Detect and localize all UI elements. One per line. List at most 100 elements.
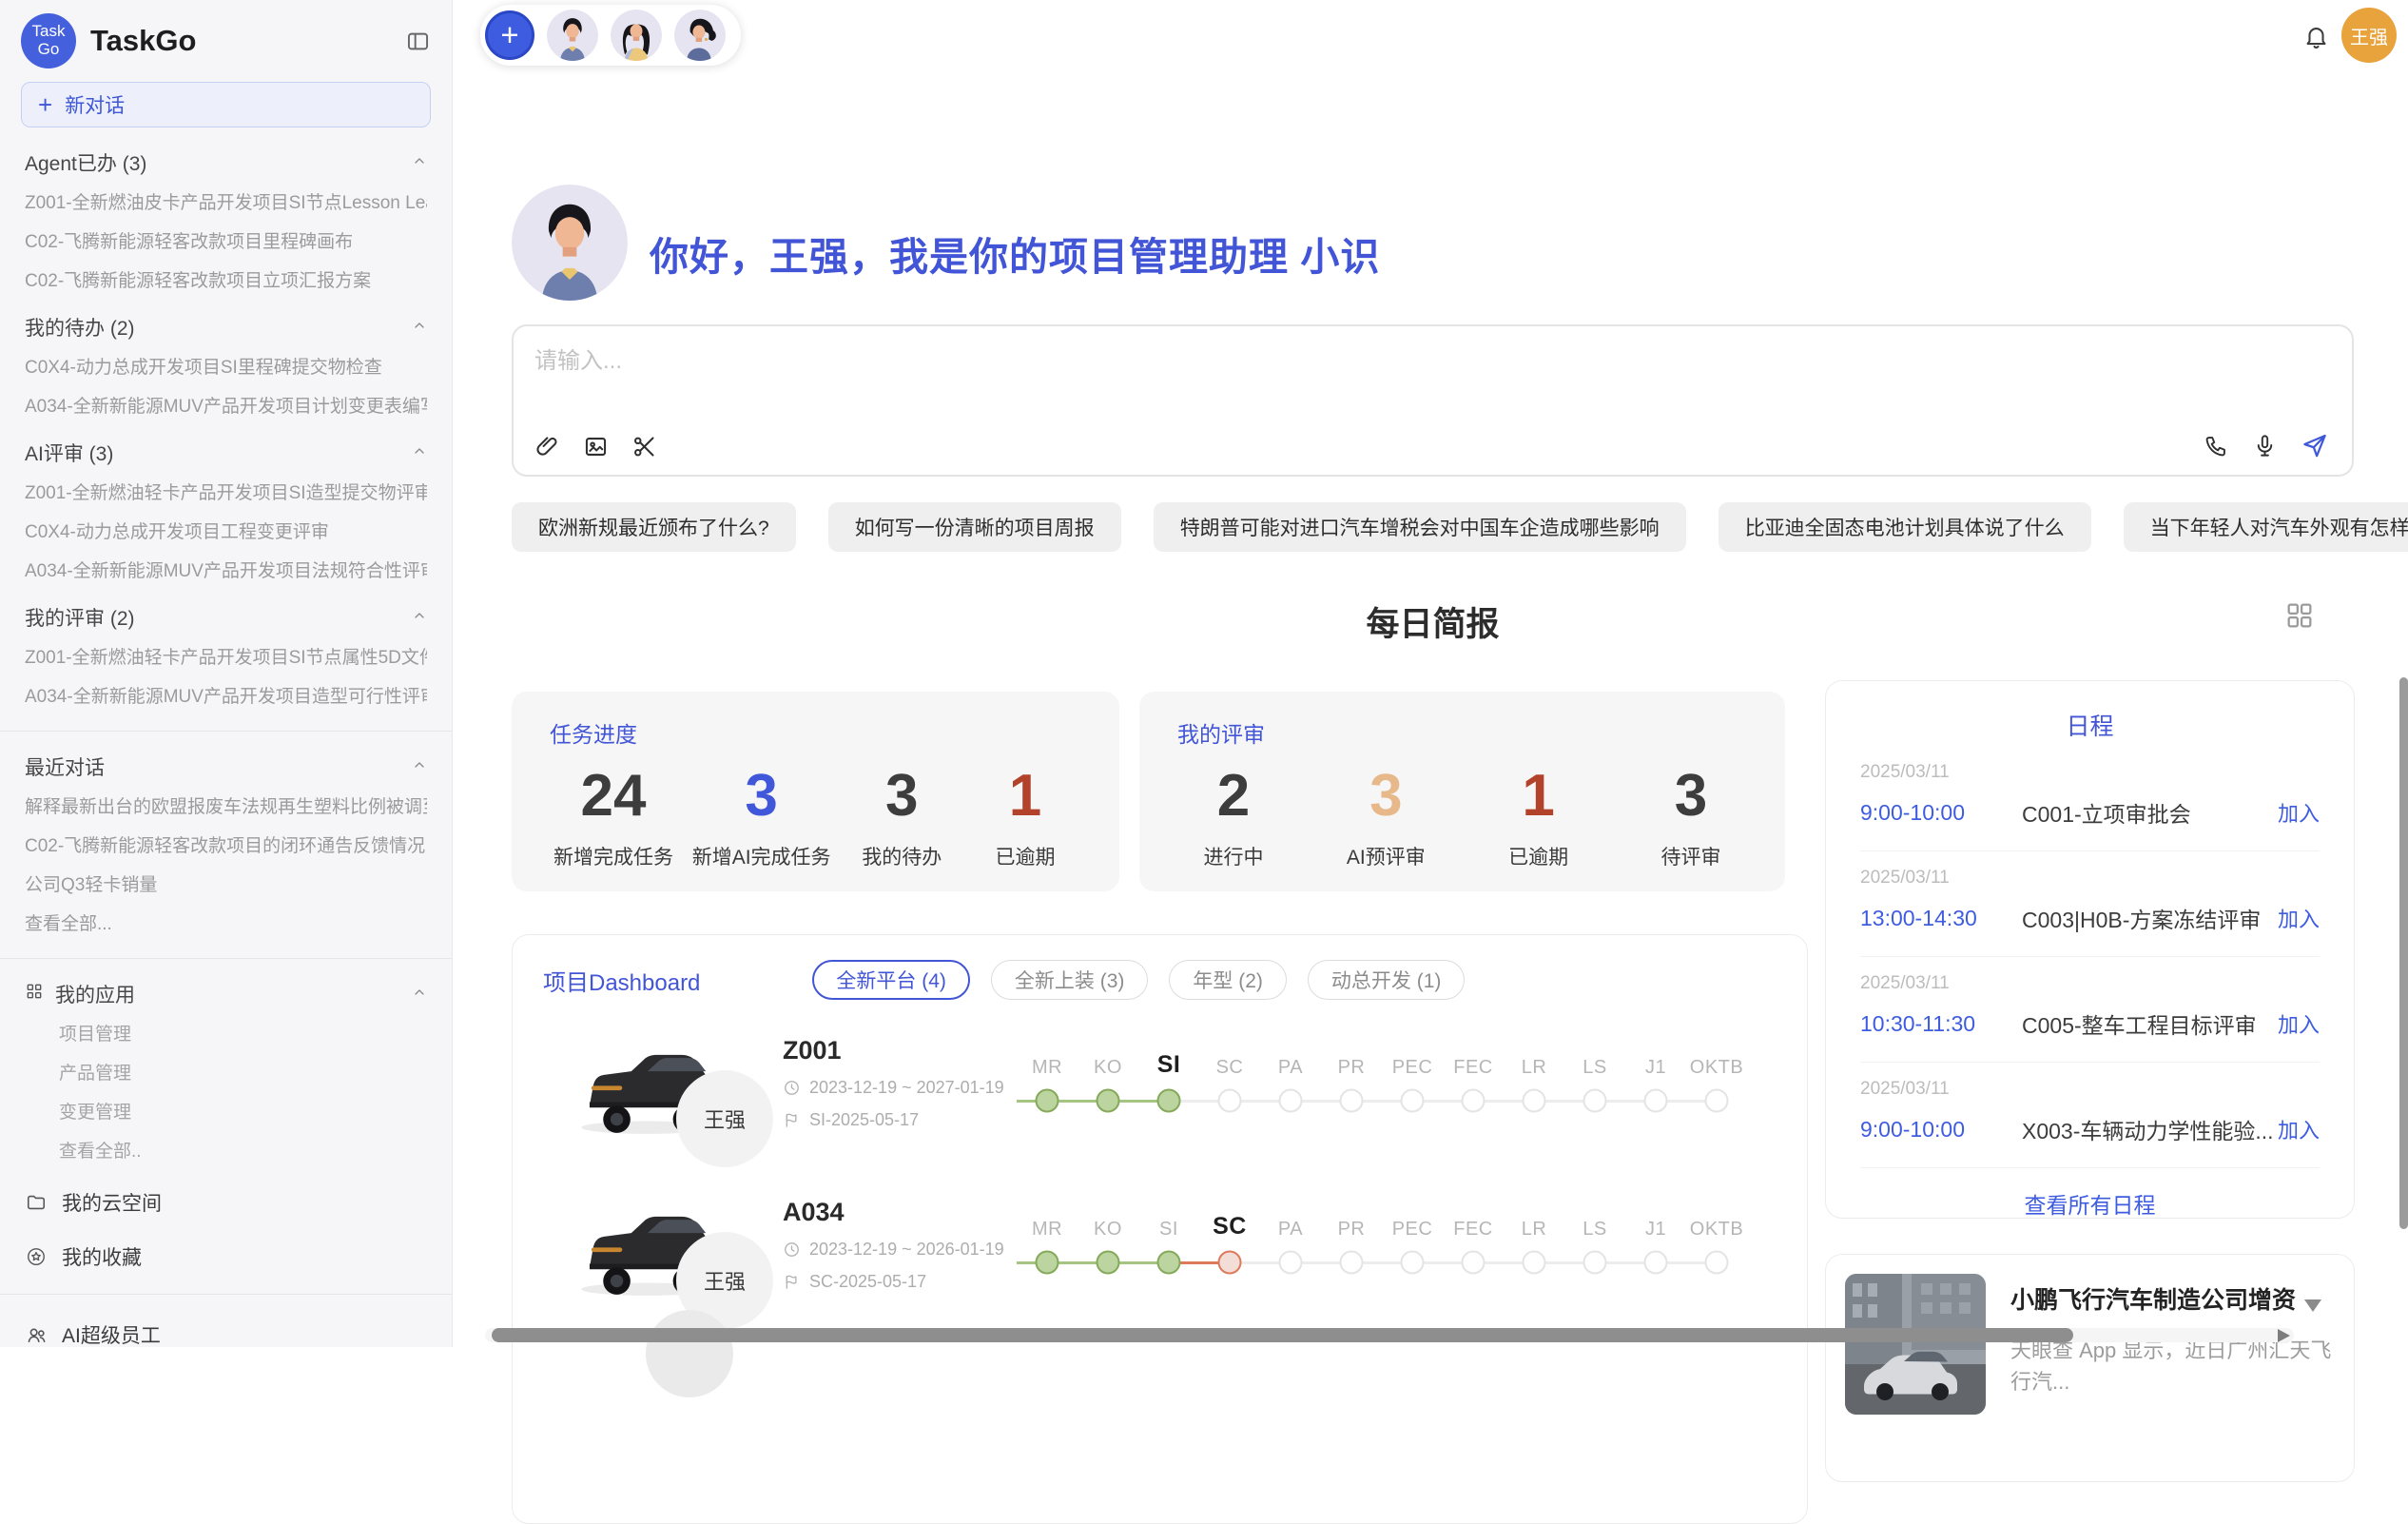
milestone: J1	[1625, 1043, 1686, 1123]
stat: 3我的待办	[849, 764, 954, 870]
dashboard-filter-pill[interactable]: 全新上装 (3)	[991, 960, 1149, 1000]
milestone-node	[1157, 1089, 1181, 1113]
logo-text-top: Task	[32, 23, 66, 41]
sidebar-task-item[interactable]: Z001-全新燃油轻卡产品开发项目SI造型提交物评审	[25, 483, 427, 504]
notifications-bell-icon[interactable]	[2302, 23, 2330, 50]
horizontal-scrollbar[interactable]	[492, 1328, 2073, 1342]
milestone-label: KO	[1094, 1043, 1122, 1079]
join-link[interactable]: 加入	[2278, 797, 2320, 828]
stat: 3AI预评审	[1333, 764, 1438, 870]
join-link[interactable]: 加入	[2278, 1114, 2320, 1144]
layout-grid-icon[interactable]	[2283, 599, 2316, 632]
sidebar-item-folder[interactable]: 我的云空间	[25, 1188, 427, 1217]
project-row[interactable]: 王强A0342023-12-19 ~ 2026-01-19SC-2025-05-…	[543, 1165, 1777, 1323]
recent-chat-item[interactable]: 查看全部...	[25, 914, 427, 935]
stat-label: 已逾期	[973, 842, 1078, 870]
dashboard-filter-pill[interactable]: 年型 (2)	[1169, 960, 1287, 1000]
sidebar-tool-users[interactable]: AI超级员工	[25, 1320, 427, 1347]
sidebar-task-item[interactable]: C0X4-动力总成开发项目SI里程碑提交物检查	[25, 358, 427, 379]
recent-chats-header[interactable]: 最近对话	[25, 754, 427, 779]
dashboard-filter-pill[interactable]: 动总开发 (1)	[1308, 960, 1466, 1000]
suggestion-chip[interactable]: 当下年轻人对汽车外观有怎样的喜好趋势	[2124, 502, 2408, 552]
my-apps-header[interactable]: 我的应用	[25, 982, 427, 1006]
scroll-right-arrow[interactable]	[2278, 1329, 2290, 1342]
app-item[interactable]: 项目管理	[59, 1025, 427, 1045]
milestone-node	[1279, 1251, 1303, 1275]
recent-chats-label: 最近对话	[25, 752, 105, 781]
sidebar-task-item[interactable]: C02-飞腾新能源轻客改款项目立项汇报方案	[25, 271, 427, 292]
stat-value: 3	[1333, 764, 1438, 829]
suggestion-chip[interactable]: 比亚迪全固态电池计划具体说了什么	[1719, 502, 2091, 552]
milestone-node	[1218, 1251, 1242, 1275]
join-link[interactable]: 加入	[2278, 903, 2320, 933]
assistant-avatar	[512, 185, 628, 301]
sidebar-section-header[interactable]: Agent已办 (3)	[25, 150, 427, 175]
join-link[interactable]: 加入	[2278, 1008, 2320, 1039]
scroll-down-arrow[interactable]	[2304, 1299, 2321, 1312]
sidebar-task-item[interactable]: C0X4-动力总成开发项目工程变更评审	[25, 522, 427, 543]
vertical-scrollbar[interactable]	[2399, 677, 2408, 1229]
milestone-node	[1583, 1089, 1607, 1113]
milestone-node	[1036, 1251, 1059, 1275]
new-chat-button[interactable]: + 新对话	[21, 82, 431, 127]
greeting-title: 你好，王强，我是你的项目管理助理 小识	[650, 225, 1380, 282]
milestone: J1	[1625, 1204, 1686, 1284]
daily-brief-title: 每日简报	[1366, 597, 1499, 646]
chevron-up-icon	[412, 606, 427, 629]
milestone-node	[1644, 1251, 1668, 1275]
user-avatar[interactable]: 王强	[2341, 8, 2397, 63]
folder-icon	[25, 1192, 48, 1213]
app-item[interactable]: 产品管理	[59, 1064, 427, 1084]
recent-chat-item[interactable]: C02-飞腾新能源轻客改款项目的闭环通告反馈情况	[25, 836, 427, 857]
microphone-icon[interactable]	[2252, 433, 2278, 459]
sidebar-task-item[interactable]: Z001-全新燃油轻卡产品开发项目SI节点属性5D文件评审	[25, 648, 427, 669]
milestone-label: FEC	[1453, 1043, 1493, 1079]
milestone: MR	[1017, 1204, 1078, 1284]
suggestion-chip[interactable]: 欧洲新规最近颁布了什么?	[512, 502, 796, 552]
sidebar-item-badge[interactable]: 我的收藏	[25, 1242, 427, 1271]
send-icon[interactable]	[2301, 431, 2329, 459]
collapse-sidebar-icon[interactable]	[405, 29, 431, 54]
recent-chat-item[interactable]: 解释最新出台的欧盟报废车法规再生塑料比例被调至15%...	[25, 797, 427, 818]
sidebar-task-item[interactable]: A034-全新新能源MUV产品开发项目法规符合性评审	[25, 561, 427, 582]
suggestion-chip[interactable]: 特朗普可能对进口汽车增税会对中国车企造成哪些影响	[1154, 502, 1686, 552]
project-row[interactable]: 王强Z0012023-12-19 ~ 2027-01-19SI-2025-05-…	[543, 1004, 1777, 1162]
view-all-schedule-link[interactable]: 查看所有日程	[1860, 1168, 2320, 1239]
recent-chat-item[interactable]: 公司Q3轻卡销量	[25, 875, 427, 896]
conversation-avatar-3[interactable]	[674, 10, 726, 61]
sidebar-section-header[interactable]: AI评审 (3)	[25, 440, 427, 465]
app-item[interactable]: 变更管理	[59, 1103, 427, 1123]
schedule-event: 2025/03/119:00-10:00C001-立项审批会加入	[1860, 746, 2320, 851]
conversation-switcher: +	[480, 5, 741, 66]
milestone: PEC	[1382, 1204, 1443, 1284]
stat-value: 3	[1639, 764, 1743, 829]
app-item[interactable]: 查看全部..	[59, 1142, 427, 1163]
sidebar-task-item[interactable]: C02-飞腾新能源轻客改款项目里程碑画布	[25, 232, 427, 253]
conversation-avatar-2[interactable]	[611, 10, 662, 61]
suggestion-chip[interactable]: 如何写一份清晰的项目周报	[828, 502, 1121, 552]
stat-label: 新增完成任务	[553, 842, 673, 870]
project-image: 王强	[570, 1186, 724, 1302]
attachment-icon[interactable]	[534, 434, 560, 459]
sidebar-task-item[interactable]: Z001-全新燃油皮卡产品开发项目SI节点Lesson Learn报告	[25, 193, 427, 214]
news-snippet: 天眼查 App 显示，近日广州汇天飞行汽...	[2010, 1335, 2335, 1397]
milestone-label: SI	[1157, 1043, 1181, 1079]
sidebar-section-header[interactable]: 我的待办 (2)	[25, 315, 427, 340]
sidebar-task-item[interactable]: A034-全新新能源MUV产品开发项目计划变更表编写	[25, 397, 427, 418]
image-upload-icon[interactable]	[583, 434, 609, 459]
milestone: FEC	[1443, 1043, 1504, 1123]
news-card[interactable]: 小鹏飞行汽车制造公司增资 天眼查 App 显示，近日广州汇天飞行汽...	[1825, 1254, 2355, 1482]
logo-text-bottom: Go	[38, 41, 60, 59]
sidebar-section-header[interactable]: 我的评审 (2)	[25, 605, 427, 630]
chat-input[interactable]	[533, 340, 2333, 412]
sidebar-section-label: 我的评审 (2)	[25, 603, 135, 632]
sidebar-task-item[interactable]: A034-全新新能源MUV产品开发项目造型可行性评审	[25, 687, 427, 708]
milestone-label: MR	[1032, 1204, 1062, 1241]
conversation-avatar-1[interactable]	[547, 10, 598, 61]
new-conversation-button[interactable]: +	[485, 10, 534, 60]
screenshot-icon[interactable]	[631, 434, 657, 459]
dashboard-filter-pill[interactable]: 全新平台 (4)	[812, 960, 970, 1000]
voice-call-icon[interactable]	[2204, 433, 2229, 459]
daily-brief-header: 每日简报	[512, 597, 2354, 646]
sidebar-section-label: AI评审 (3)	[25, 439, 113, 467]
